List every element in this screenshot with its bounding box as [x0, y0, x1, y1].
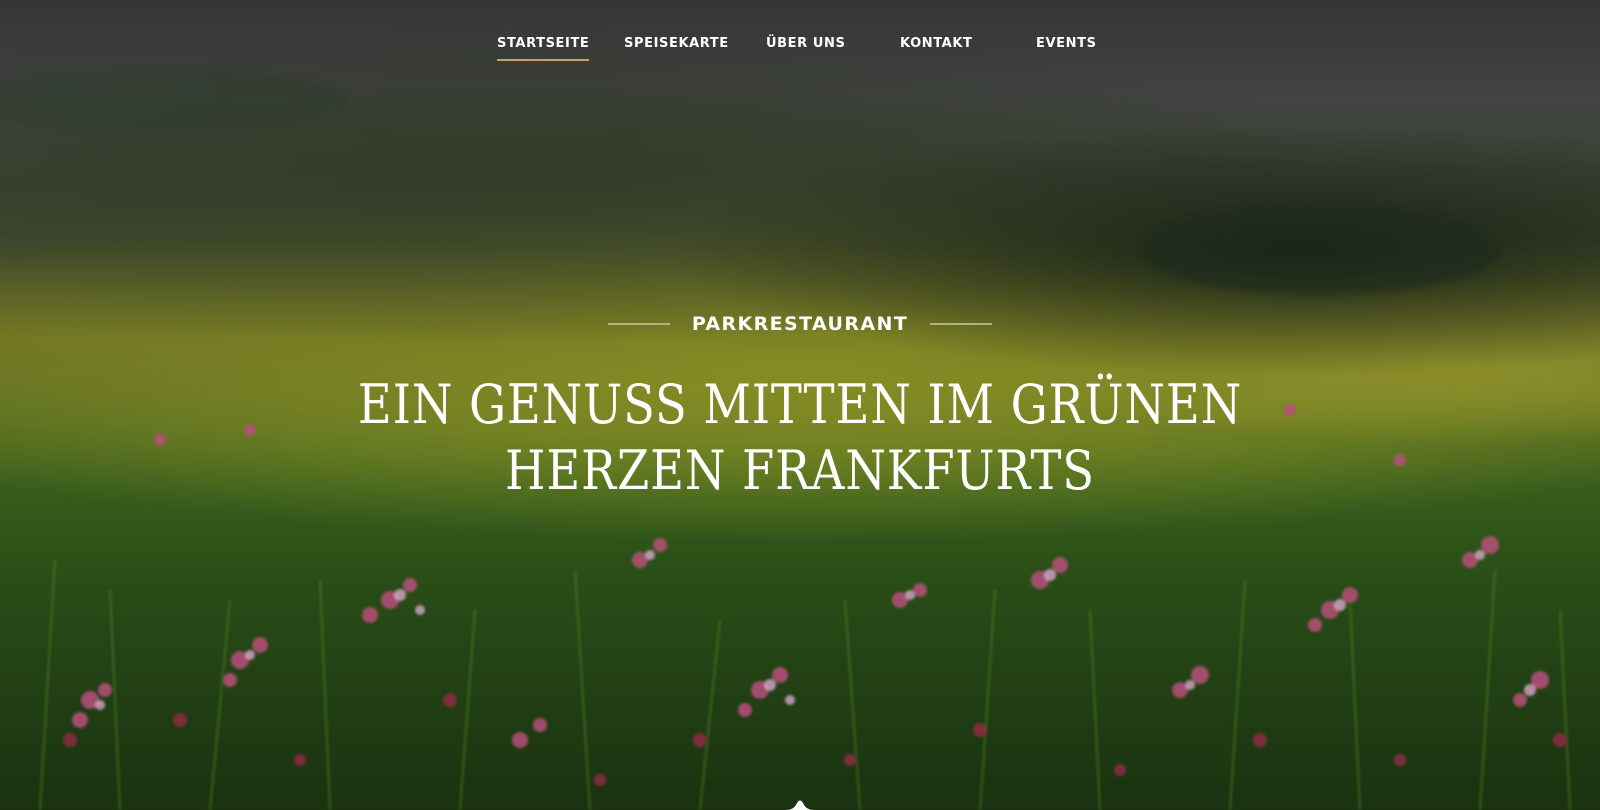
- hero-headline: EIN GENUSS MITTEN IM GRÜNEN HERZEN FRANK…: [112, 372, 1488, 504]
- kicker-label: PARKRESTAURANT: [691, 313, 909, 335]
- nav-item-startseite[interactable]: STARTSEITE: [497, 36, 590, 61]
- nav-item-ueber-uns[interactable]: ÜBER UNS: [766, 36, 845, 59]
- hero-kicker: PARKRESTAURANT: [0, 313, 1600, 335]
- headline-line-2: HERZEN FRANKFURTS: [505, 439, 1095, 502]
- chevron-up-notch-icon[interactable]: [786, 798, 814, 810]
- main-navigation: STARTSEITE SPEISEKARTE ÜBER UNS KONTAKT …: [0, 0, 1600, 90]
- kicker-left-divider: [607, 323, 670, 325]
- nav-item-events[interactable]: EVENTS: [1036, 36, 1097, 59]
- nav-item-speisekarte[interactable]: SPEISEKARTE: [624, 36, 729, 59]
- nav-item-kontakt[interactable]: KONTAKT: [900, 36, 972, 59]
- kicker-right-divider: [930, 323, 993, 325]
- headline-line-1: EIN GENUSS MITTEN IM GRÜNEN: [357, 373, 1243, 436]
- hero-section: STARTSEITE SPEISEKARTE ÜBER UNS KONTAKT …: [0, 0, 1600, 810]
